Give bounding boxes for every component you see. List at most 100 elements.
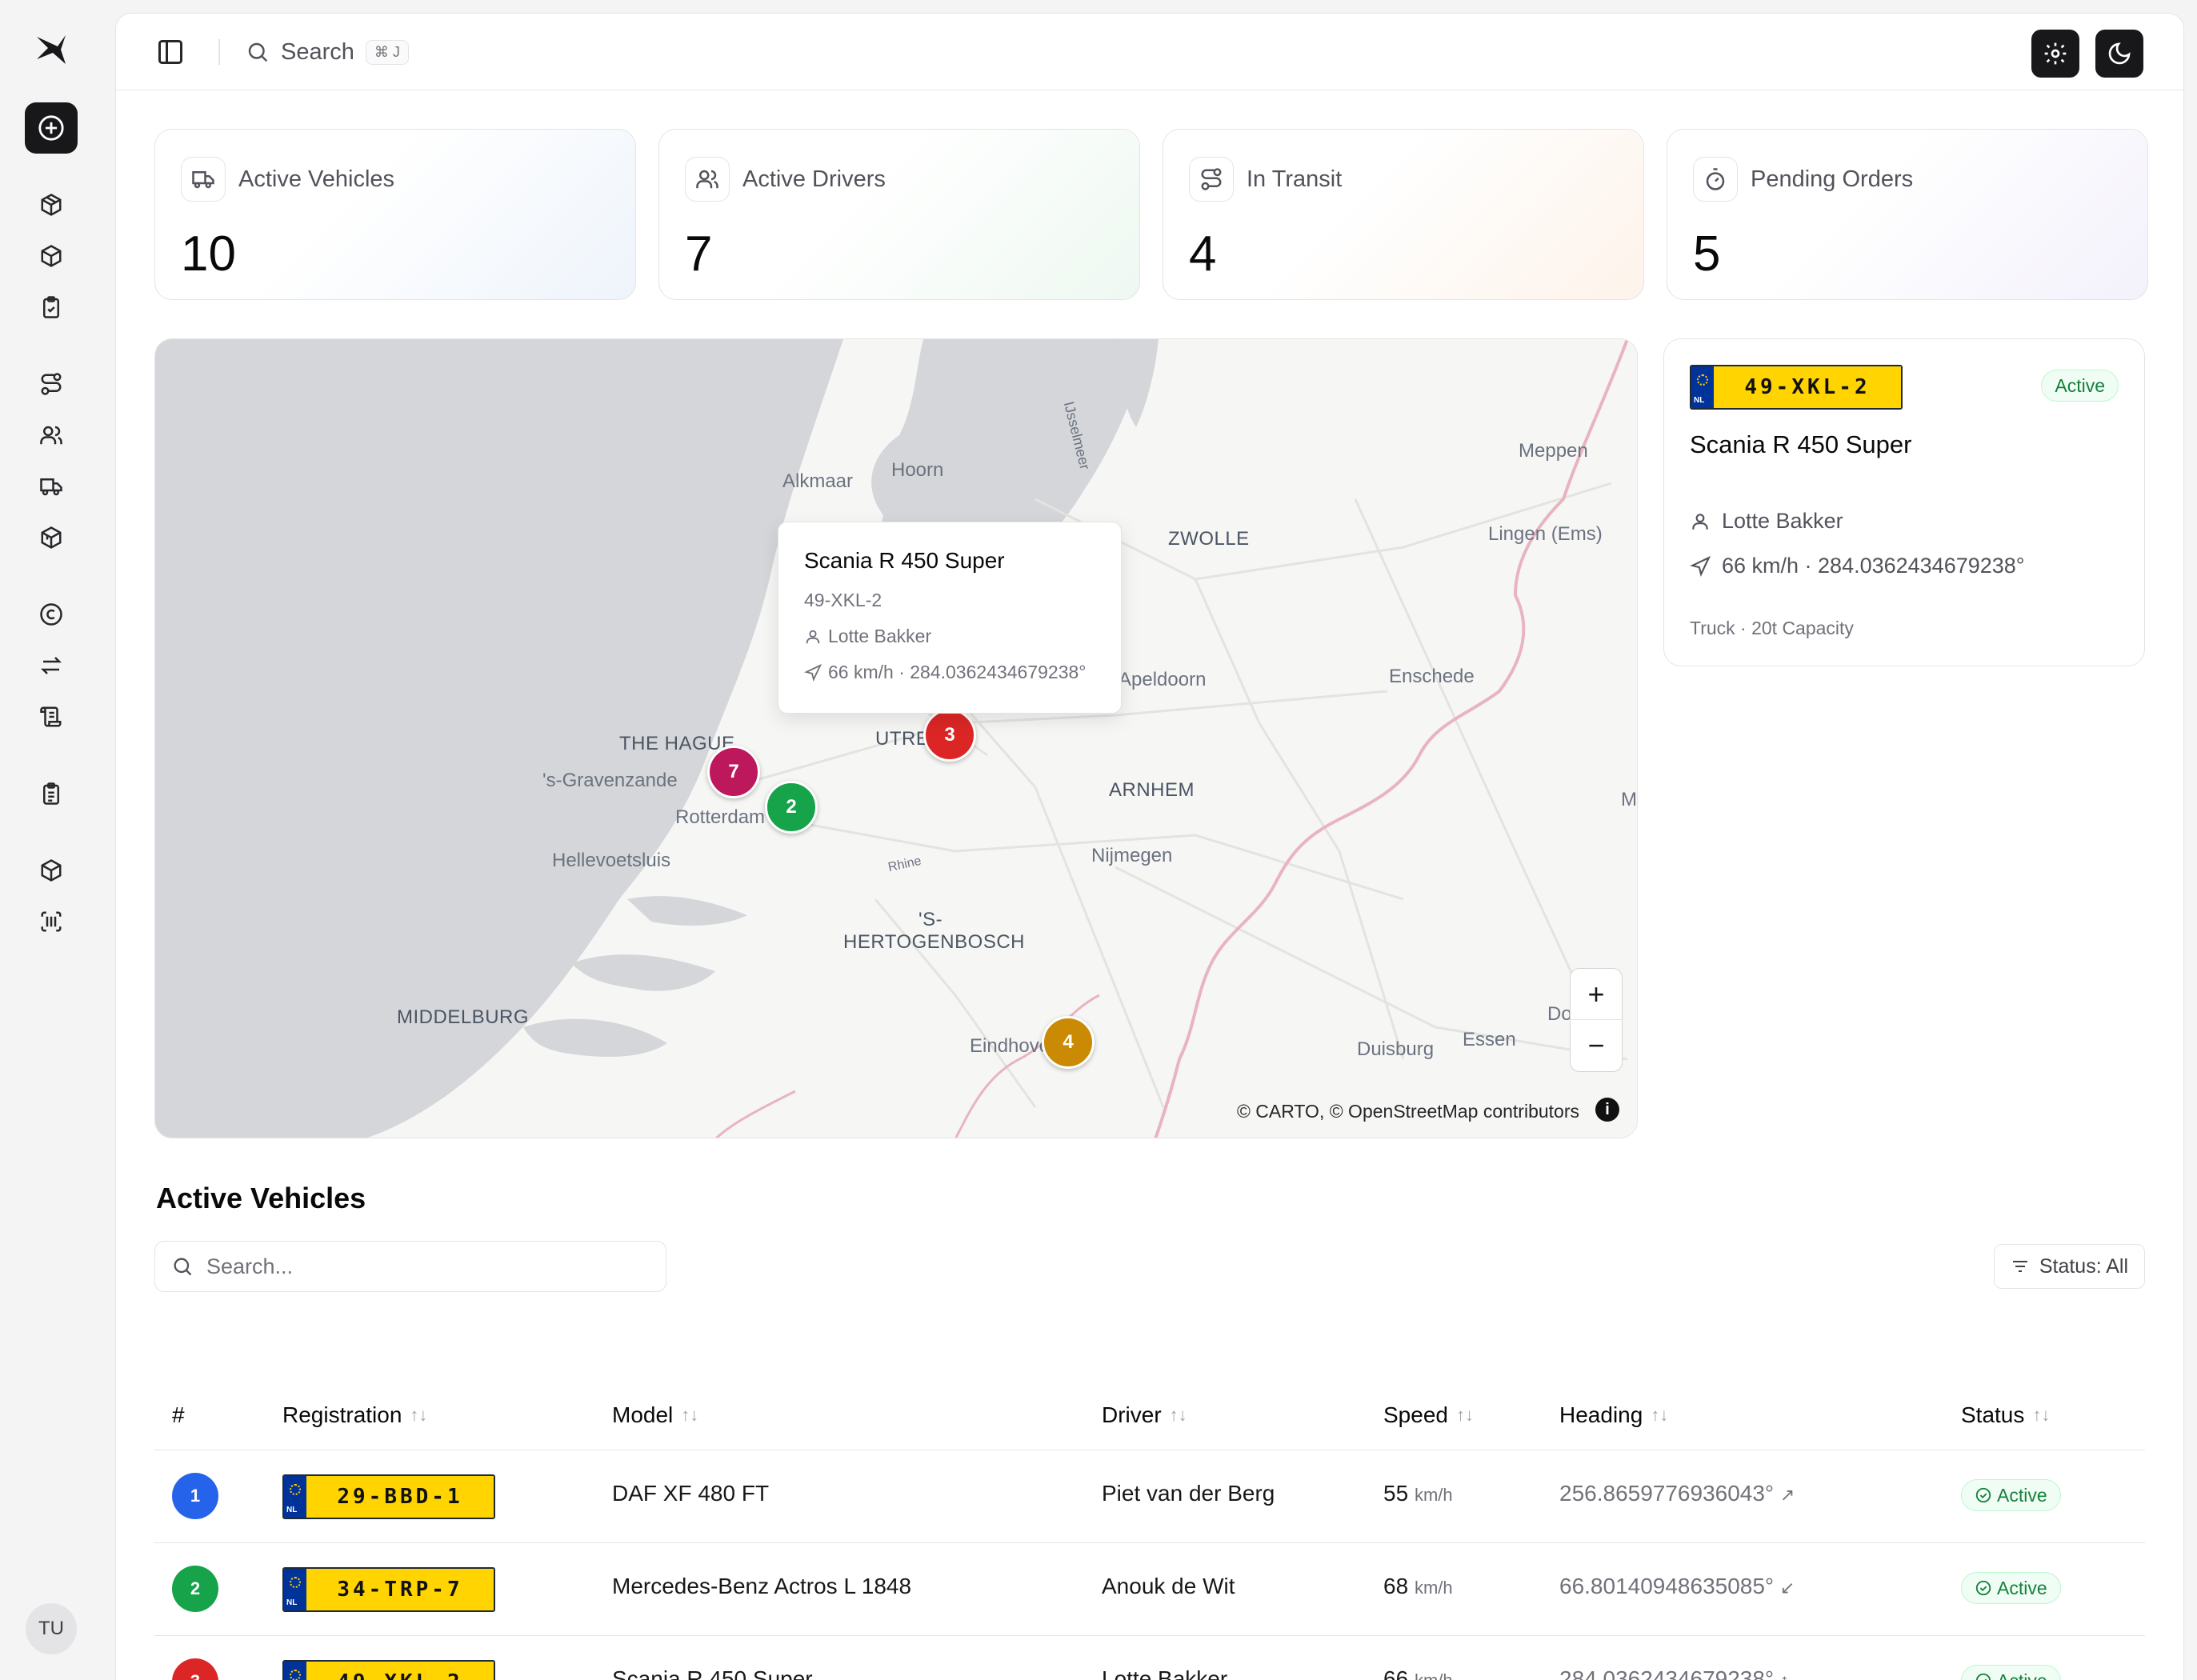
gear-icon <box>2043 41 2068 66</box>
package-outline-icon[interactable] <box>35 854 67 886</box>
column-header-driver[interactable]: Driver ↑↓ <box>1102 1402 1187 1428</box>
filter-icon <box>2011 1257 2030 1276</box>
search-icon <box>246 40 270 64</box>
status-filter-button[interactable]: Status: All <box>1993 1244 2145 1289</box>
app-logo-icon[interactable] <box>34 32 69 67</box>
zoom-out-button[interactable]: − <box>1571 1020 1622 1071</box>
city-label: Hoorn <box>891 459 944 481</box>
route-icon <box>1189 157 1234 202</box>
eu-flag-icon: NL <box>284 1476 306 1518</box>
avatar[interactable]: TU <box>26 1603 77 1654</box>
table-row[interactable]: 2 NL 34-TRP-7 Mercedes-Benz Actros L 184… <box>154 1543 2145 1636</box>
heading-arrow-icon: ↗ <box>1779 1485 1795 1505</box>
plate-number: 49-XKL-2 <box>1714 366 1901 408</box>
city-label: Lingen (Ems) <box>1488 523 1603 545</box>
sidebar-toggle-icon[interactable] <box>156 38 185 66</box>
topbar-divider <box>218 39 220 65</box>
map-marker-7[interactable]: 7 <box>707 746 760 798</box>
status-badge: Active <box>1961 1572 2061 1604</box>
cell-driver: Anouk de Wit <box>1102 1574 1235 1598</box>
cell-model: Mercedes-Benz Actros L 1848 <box>612 1574 912 1598</box>
main-panel: Search ⌘ J Active Vehicles 10 Active Dri… <box>115 13 2184 1680</box>
column-header-speed[interactable]: Speed ↑↓ <box>1383 1402 1474 1428</box>
stat-value: 7 <box>685 226 713 282</box>
timer-icon <box>1693 157 1738 202</box>
theme-toggle-button[interactable] <box>2095 30 2143 78</box>
vehicle-search-input[interactable]: Search... <box>154 1241 666 1292</box>
column-header-model[interactable]: Model ↑↓ <box>612 1402 698 1428</box>
city-label: Rotterdam <box>675 806 766 828</box>
arrows-swap-icon[interactable] <box>35 650 67 682</box>
topbar: Search ⌘ J <box>116 14 2183 90</box>
detail-driver-name: Lotte Bakker <box>1722 509 1843 533</box>
stat-label: Active Drivers <box>742 166 886 192</box>
new-item-button[interactable] <box>25 102 78 154</box>
eu-flag-icon: NL <box>284 1569 306 1610</box>
status-badge: Active <box>1961 1665 2061 1680</box>
scroll-icon[interactable] <box>35 701 67 733</box>
settings-button[interactable] <box>2031 30 2079 78</box>
city-label: ZWOLLE <box>1168 528 1250 550</box>
package-icon[interactable] <box>35 189 67 221</box>
zoom-in-button[interactable]: + <box>1571 969 1622 1020</box>
license-plate: NL 49-XKL-2 <box>282 1660 495 1680</box>
map-marker-4[interactable]: 4 <box>1042 1016 1094 1069</box>
heading-arrow-icon: ↙ <box>1779 1578 1795 1598</box>
route-icon[interactable] <box>35 368 67 400</box>
fleet-map[interactable]: Alkmaar Hoorn IJsselmeer Meppen Lingen (… <box>154 338 1638 1138</box>
copyright-icon[interactable] <box>35 598 67 630</box>
popup-motion-text: 66 km/h · 284.0362434679238° <box>828 662 1086 682</box>
vehicle-meta: Truck · 20t Capacity <box>1690 618 1854 638</box>
vehicle-model-title: Scania R 450 Super <box>1690 430 1912 458</box>
stat-card-active-vehicles: Active Vehicles 10 <box>154 129 636 300</box>
status-filter-label: Status: All <box>2039 1254 2128 1278</box>
sort-icon: ↑↓ <box>1651 1405 1669 1425</box>
stat-value: 4 <box>1189 226 1217 282</box>
heading-arrow-icon: ↑ <box>1780 1670 1789 1680</box>
users-icon <box>685 157 730 202</box>
scan-barcode-icon[interactable] <box>35 906 67 938</box>
sidebar: TU <box>0 0 115 1680</box>
truck-icon[interactable] <box>35 470 67 502</box>
plate-number: 49-XKL-2 <box>306 1662 494 1680</box>
table-row[interactable]: 3 NL 49-XKL-2 Scania R 450 Super Lotte B… <box>154 1636 2145 1680</box>
cell-speed: 55 km/h <box>1383 1481 1453 1506</box>
table-row[interactable]: 1 NL 29-BBD-1 DAF XF 480 FT Piet van der… <box>154 1450 2145 1543</box>
command-search-button[interactable]: Search ⌘ J <box>246 34 409 70</box>
user-icon <box>804 628 822 646</box>
column-header-registration[interactable]: Registration ↑↓ <box>282 1402 427 1428</box>
navigation-icon <box>804 663 822 682</box>
info-icon[interactable]: i <box>1595 1098 1619 1122</box>
check-circle-icon <box>1975 1673 1991 1680</box>
city-label: 'S- <box>918 909 943 930</box>
stat-label: In Transit <box>1247 166 1343 192</box>
search-placeholder: Search... <box>206 1254 294 1278</box>
users-icon[interactable] <box>35 419 67 451</box>
zoom-control: + − <box>1570 968 1623 1072</box>
box-icon[interactable] <box>35 240 67 272</box>
map-attribution[interactable]: © CARTO, © OpenStreetMap contributors <box>1237 1101 1579 1122</box>
clipboard-check-icon[interactable] <box>35 291 67 323</box>
search-icon <box>171 1255 194 1278</box>
sort-icon: ↑↓ <box>681 1405 699 1425</box>
sort-icon: ↑↓ <box>410 1405 428 1425</box>
stat-card-active-drivers: Active Drivers 7 <box>658 129 1140 300</box>
cell-heading: 284.0362434679238° ↑ <box>1559 1666 1789 1680</box>
row-number-badge: 3 <box>172 1658 218 1680</box>
check-circle-icon <box>1975 1580 1991 1596</box>
map-marker-3[interactable]: 3 <box>923 709 976 762</box>
stat-value: 10 <box>181 226 236 282</box>
boxes-icon[interactable] <box>35 522 67 554</box>
column-header-status[interactable]: Status ↑↓ <box>1961 1402 2050 1428</box>
map-marker-2[interactable]: 2 <box>765 781 818 834</box>
clipboard-list-icon[interactable] <box>35 778 67 810</box>
plate-number: 29-BBD-1 <box>306 1476 494 1518</box>
popup-motion: 66 km/h · 284.0362434679238° <box>804 662 1095 683</box>
detail-motion: 66 km/h · 284.0362434679238° <box>1690 554 2025 578</box>
popup-title: Scania R 450 Super <box>804 548 1005 573</box>
cell-speed: 68 km/h <box>1383 1574 1453 1598</box>
plate-number: 34-TRP-7 <box>306 1569 494 1610</box>
user-icon <box>1690 511 1711 532</box>
truck-icon <box>181 157 226 202</box>
column-header-heading[interactable]: Heading ↑↓ <box>1559 1402 1668 1428</box>
